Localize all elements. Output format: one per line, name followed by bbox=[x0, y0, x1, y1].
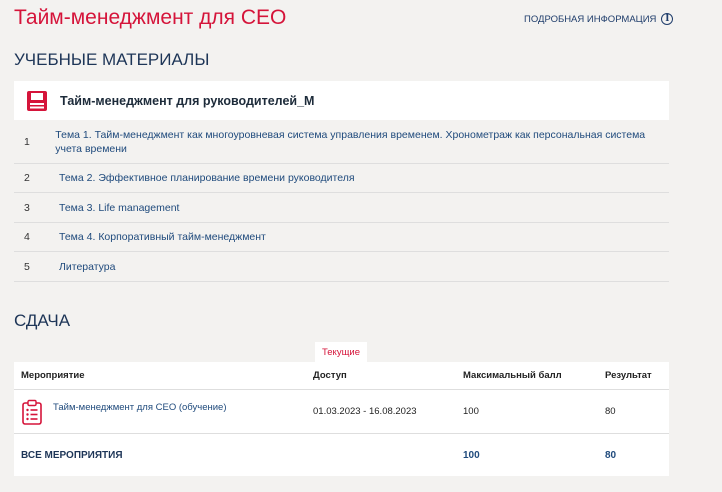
column-header-result: Результат bbox=[605, 370, 652, 381]
column-header-max-score: Максимальный балл bbox=[463, 370, 562, 381]
materials-section-title: УЧЕБНЫЕ МАТЕРИАЛЫ bbox=[14, 50, 210, 69]
topic-row: 2 Тема 2. Эффективное планирование време… bbox=[14, 164, 669, 193]
total-max-score: 100 bbox=[463, 449, 480, 461]
table-header: Мероприятие Доступ Максимальный балл Рез… bbox=[14, 362, 669, 390]
total-result: 80 bbox=[605, 449, 617, 461]
topic-link[interactable]: Тема 3. Life management bbox=[59, 201, 199, 215]
total-label: ВСЕ МЕРОПРИЯТИЯ bbox=[21, 449, 123, 461]
topic-link[interactable]: Тема 1. Тайм-менеджмент как многоуровнев… bbox=[55, 128, 669, 156]
column-header-access: Доступ bbox=[313, 370, 347, 381]
topic-number: 3 bbox=[24, 201, 30, 214]
access-cell: 01.03.2023 - 16.08.2023 bbox=[313, 406, 417, 417]
event-link[interactable]: Тайм-менеджмент для CEO (обучение) bbox=[53, 402, 227, 413]
topic-link[interactable]: Тема 2. Эффективное планирование времени… bbox=[59, 171, 375, 185]
course-title[interactable]: Тайм-менеджмент для руководителей_М bbox=[60, 94, 314, 108]
page-title: Тайм-менеджмент для CEO bbox=[14, 6, 287, 29]
floppy-disk-icon bbox=[26, 90, 48, 112]
topic-number: 2 bbox=[24, 172, 30, 184]
topic-row: 1 Тема 1. Тайм-менеджмент как многоуровн… bbox=[14, 120, 669, 164]
topic-number: 4 bbox=[24, 231, 30, 243]
total-row: ВСЕ МЕРОПРИЯТИЯ 100 80 bbox=[14, 434, 669, 476]
course-card: Тайм-менеджмент для руководителей_М bbox=[14, 81, 669, 120]
topic-list: 1 Тема 1. Тайм-менеджмент как многоуровн… bbox=[14, 120, 669, 282]
topic-number: 5 bbox=[24, 260, 30, 273]
table-row: Тайм-менеджмент для CEO (обучение) 01.03… bbox=[14, 390, 669, 434]
topic-link[interactable]: Литература bbox=[59, 260, 135, 274]
column-header-event: Мероприятие bbox=[21, 370, 85, 381]
topic-number: 1 bbox=[24, 135, 30, 148]
topic-link[interactable]: Тема 4. Корпоративный тайм-менеджмент bbox=[59, 230, 286, 244]
topic-row: 4 Тема 4. Корпоративный тайм-менеджмент bbox=[14, 223, 669, 252]
details-link-label: ПОДРОБНАЯ ИНФОРМАЦИЯ bbox=[524, 13, 657, 25]
details-link[interactable]: ПОДРОБНАЯ ИНФОРМАЦИЯ i bbox=[524, 13, 674, 25]
submission-section-title: СДАЧА bbox=[14, 311, 71, 330]
events-table: Мероприятие Доступ Максимальный балл Рез… bbox=[14, 362, 669, 476]
event-cell: Тайм-менеджмент для CEO (обучение) bbox=[14, 399, 313, 425]
topic-row: 3 Тема 3. Life management bbox=[14, 193, 669, 223]
max-score-cell: 100 bbox=[463, 406, 479, 417]
result-cell: 80 bbox=[605, 406, 616, 417]
info-icon: i bbox=[661, 13, 674, 25]
topic-row: 5 Литература bbox=[14, 252, 669, 282]
clipboard-icon bbox=[21, 399, 43, 425]
tab-current[interactable]: Текущие bbox=[315, 342, 367, 362]
